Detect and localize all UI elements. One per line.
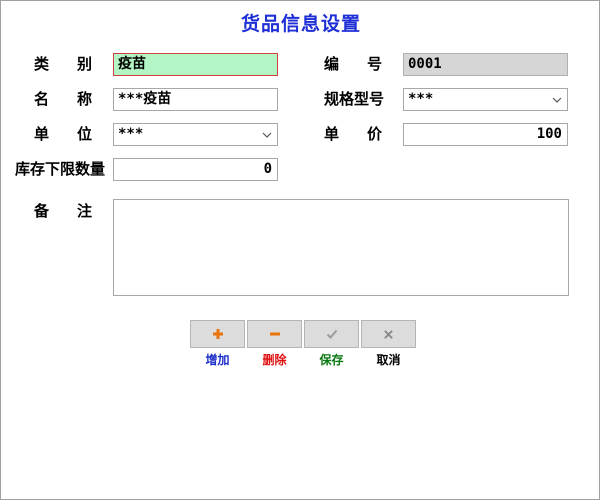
x-icon: [384, 329, 393, 339]
add-button-label[interactable]: 增加: [190, 352, 245, 368]
min-stock-label: 库存下限数量: [15, 160, 106, 178]
chevron-down-icon: [552, 97, 562, 103]
spec-label: 规格型号: [324, 90, 385, 108]
check-icon: [326, 329, 337, 339]
plus-icon: [212, 329, 223, 339]
category-label: 类 别: [34, 55, 92, 73]
delete-button[interactable]: [247, 320, 302, 348]
name-label: 名 称: [34, 90, 92, 108]
price-field[interactable]: 100: [403, 123, 568, 146]
cancel-button-label[interactable]: 取消: [361, 352, 416, 368]
code-label: 编 号: [324, 55, 382, 73]
code-field[interactable]: 0001: [403, 53, 568, 76]
add-button[interactable]: [190, 320, 245, 348]
remark-label: 备 注: [34, 202, 92, 220]
min-stock-field[interactable]: 0: [113, 158, 278, 181]
category-field[interactable]: 疫苗: [113, 53, 278, 76]
chevron-down-icon: [262, 132, 272, 138]
delete-button-label[interactable]: 删除: [247, 352, 302, 368]
save-button[interactable]: [304, 320, 359, 348]
spec-select[interactable]: ***: [403, 88, 568, 111]
minus-icon: [269, 332, 280, 336]
save-button-label[interactable]: 保存: [304, 352, 359, 368]
dialog-window: 货品信息设置 类 别 疫苗 编 号 0001 名 称 ***疫苗 规格型号 **…: [0, 0, 600, 500]
unit-label: 单 位: [34, 125, 92, 143]
remark-textarea[interactable]: [113, 199, 569, 296]
price-label: 单 价: [324, 125, 382, 143]
unit-select[interactable]: ***: [113, 123, 278, 146]
page-title: 货品信息设置: [240, 13, 361, 35]
cancel-button[interactable]: [361, 320, 416, 348]
name-field[interactable]: ***疫苗: [113, 88, 278, 111]
